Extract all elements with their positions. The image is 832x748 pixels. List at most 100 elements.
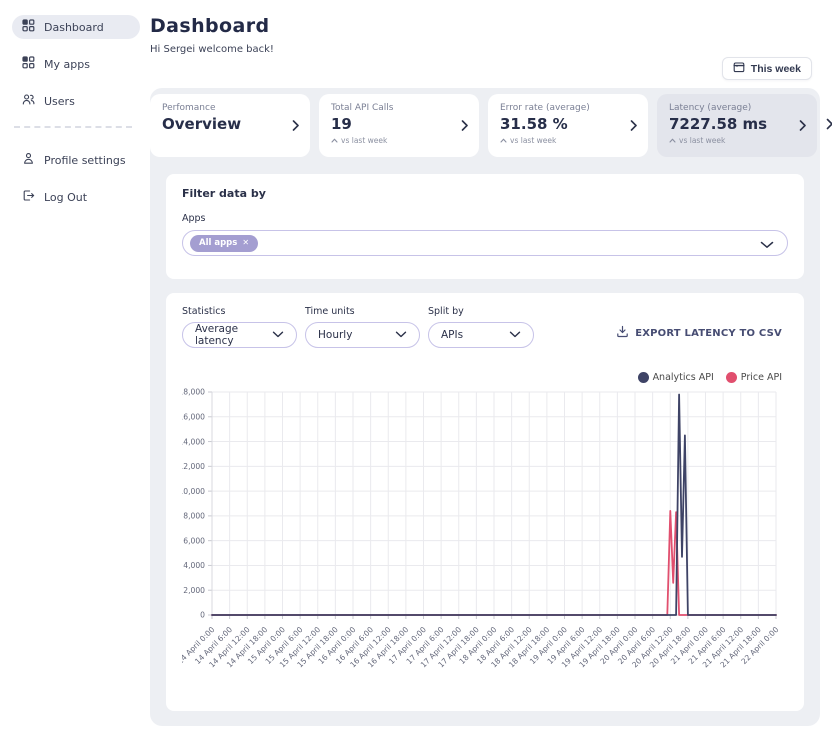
this-week-label: This week [751,63,801,75]
chevron-right-icon [630,116,638,135]
latency-chart: 14 April 0:0014 April 6:0014 April 12:00… [182,385,788,701]
chevron-right-icon [461,116,469,135]
dashboard-panel: Perfomance Overview Total API Calls 19 v… [150,88,820,726]
svg-text:4,000: 4,000 [183,561,205,570]
filter-card: Filter data by Apps All apps ✕ [166,174,804,279]
legend-label: Price API [741,372,782,383]
stat-card-performance[interactable]: Perfomance Overview [150,94,310,157]
statistics-dropdown[interactable]: Average latency [182,322,297,348]
chart-controls-row: Statistics Average latency Time units Ho… [182,306,788,348]
time-units-value: Hourly [318,329,352,341]
app-root: Dashboard My apps Users Profile settings [0,0,832,726]
logout-icon [22,189,35,205]
legend-item-analytics-api[interactable]: Analytics API [638,372,714,383]
stat-card-value: 7227.58 ms [669,115,805,133]
statistics-control: Statistics Average latency [182,306,297,348]
grid-icon [22,19,35,35]
chip-remove-icon[interactable]: ✕ [242,239,249,247]
split-by-label: Split by [428,306,534,317]
person-icon [22,152,35,168]
svg-text:0: 0 [200,611,205,620]
stat-card-label: Total API Calls [331,103,467,113]
chevron-up-icon [500,136,507,145]
svg-text:18,000: 18,000 [182,388,205,397]
split-by-control: Split by APIs [428,306,534,348]
users-icon [22,93,35,109]
sidebar-divider [14,126,132,128]
split-by-dropdown[interactable]: APIs [428,322,534,348]
legend-dot-icon [638,372,649,383]
sidebar: Dashboard My apps Users Profile settings [0,0,150,726]
time-units-control: Time units Hourly [305,306,420,348]
chart-card: Statistics Average latency Time units Ho… [166,293,804,711]
greeting-text: Hi Sergei welcome back! [150,44,274,55]
chevron-down-icon [395,329,407,341]
export-csv-label: EXPORT LATENCY TO CSV [635,328,782,339]
stat-card-latency[interactable]: Latency (average) 7227.58 ms vs last wee… [657,94,817,157]
stat-card-label: Error rate (average) [500,103,636,113]
stat-card-trend-label: vs last week [341,136,387,145]
chevron-up-icon [331,136,338,145]
sidebar-item-label: Dashboard [44,21,104,34]
stat-card-value: 31.58 % [500,115,636,133]
time-units-label: Time units [305,306,420,317]
svg-text:12,000: 12,000 [182,462,205,471]
export-csv-button[interactable]: EXPORT LATENCY TO CSV [610,324,788,342]
sidebar-item-label: Profile settings [44,154,126,167]
sidebar-item-log-out[interactable]: Log Out [12,185,140,209]
chevron-right-icon [292,116,300,135]
all-apps-chip[interactable]: All apps ✕ [190,235,258,252]
stat-card-trend: vs last week [669,136,805,145]
time-units-dropdown[interactable]: Hourly [305,322,420,348]
filter-title: Filter data by [182,187,788,200]
stat-card-total-api-calls[interactable]: Total API Calls 19 vs last week [319,94,479,157]
statistics-label: Statistics [182,306,297,317]
main-area: Dashboard Hi Sergei welcome back! This w… [150,0,832,726]
chevron-down-icon [509,329,521,341]
cards-next-button[interactable] [826,94,832,157]
grid-icon [22,56,35,72]
statistics-value: Average latency [195,323,272,347]
page-header: Dashboard Hi Sergei welcome back! This w… [150,0,820,88]
sidebar-item-my-apps[interactable]: My apps [12,52,140,76]
chevron-right-icon [799,116,807,135]
chevron-up-icon [669,136,676,145]
svg-text:2,000: 2,000 [183,586,205,595]
svg-text:6,000: 6,000 [183,536,205,545]
stat-card-trend-label: vs last week [679,136,725,145]
svg-text:16,000: 16,000 [182,412,205,421]
sidebar-item-label: Users [44,95,75,108]
sidebar-item-label: My apps [44,58,90,71]
chevron-down-icon [760,234,774,253]
split-by-value: APIs [441,329,463,341]
svg-text:8,000: 8,000 [183,512,205,521]
chevron-right-icon [826,118,832,133]
svg-text:10,000: 10,000 [182,487,205,496]
sidebar-item-users[interactable]: Users [12,89,140,113]
stat-cards-row: Perfomance Overview Total API Calls 19 v… [150,88,820,166]
sidebar-item-label: Log Out [44,191,87,204]
svg-text:14,000: 14,000 [182,437,205,446]
legend-dot-icon [726,372,737,383]
chevron-down-icon [272,329,284,341]
chart-legend: Analytics API Price API [182,372,782,383]
download-icon [616,325,629,341]
apps-select-field[interactable]: All apps ✕ [182,230,788,256]
stat-card-label: Latency (average) [669,103,805,113]
stat-card-error-rate[interactable]: Error rate (average) 31.58 % vs last wee… [488,94,648,157]
latency-line-chart: 14 April 0:0014 April 6:0014 April 12:00… [182,385,784,697]
sidebar-item-dashboard[interactable]: Dashboard [12,15,140,39]
calendar-icon [733,61,745,76]
page-title: Dashboard [150,15,269,37]
stat-card-value: 19 [331,115,467,133]
stat-card-trend: vs last week [331,136,467,145]
apps-label: Apps [182,213,788,224]
stat-card-value: Overview [162,115,298,133]
sidebar-item-profile-settings[interactable]: Profile settings [12,148,140,172]
legend-item-price-api[interactable]: Price API [726,372,782,383]
stat-card-trend: vs last week [500,136,636,145]
stat-card-label: Perfomance [162,103,298,113]
chip-label: All apps [199,238,237,248]
stat-card-trend-label: vs last week [510,136,556,145]
this-week-button[interactable]: This week [722,57,812,80]
